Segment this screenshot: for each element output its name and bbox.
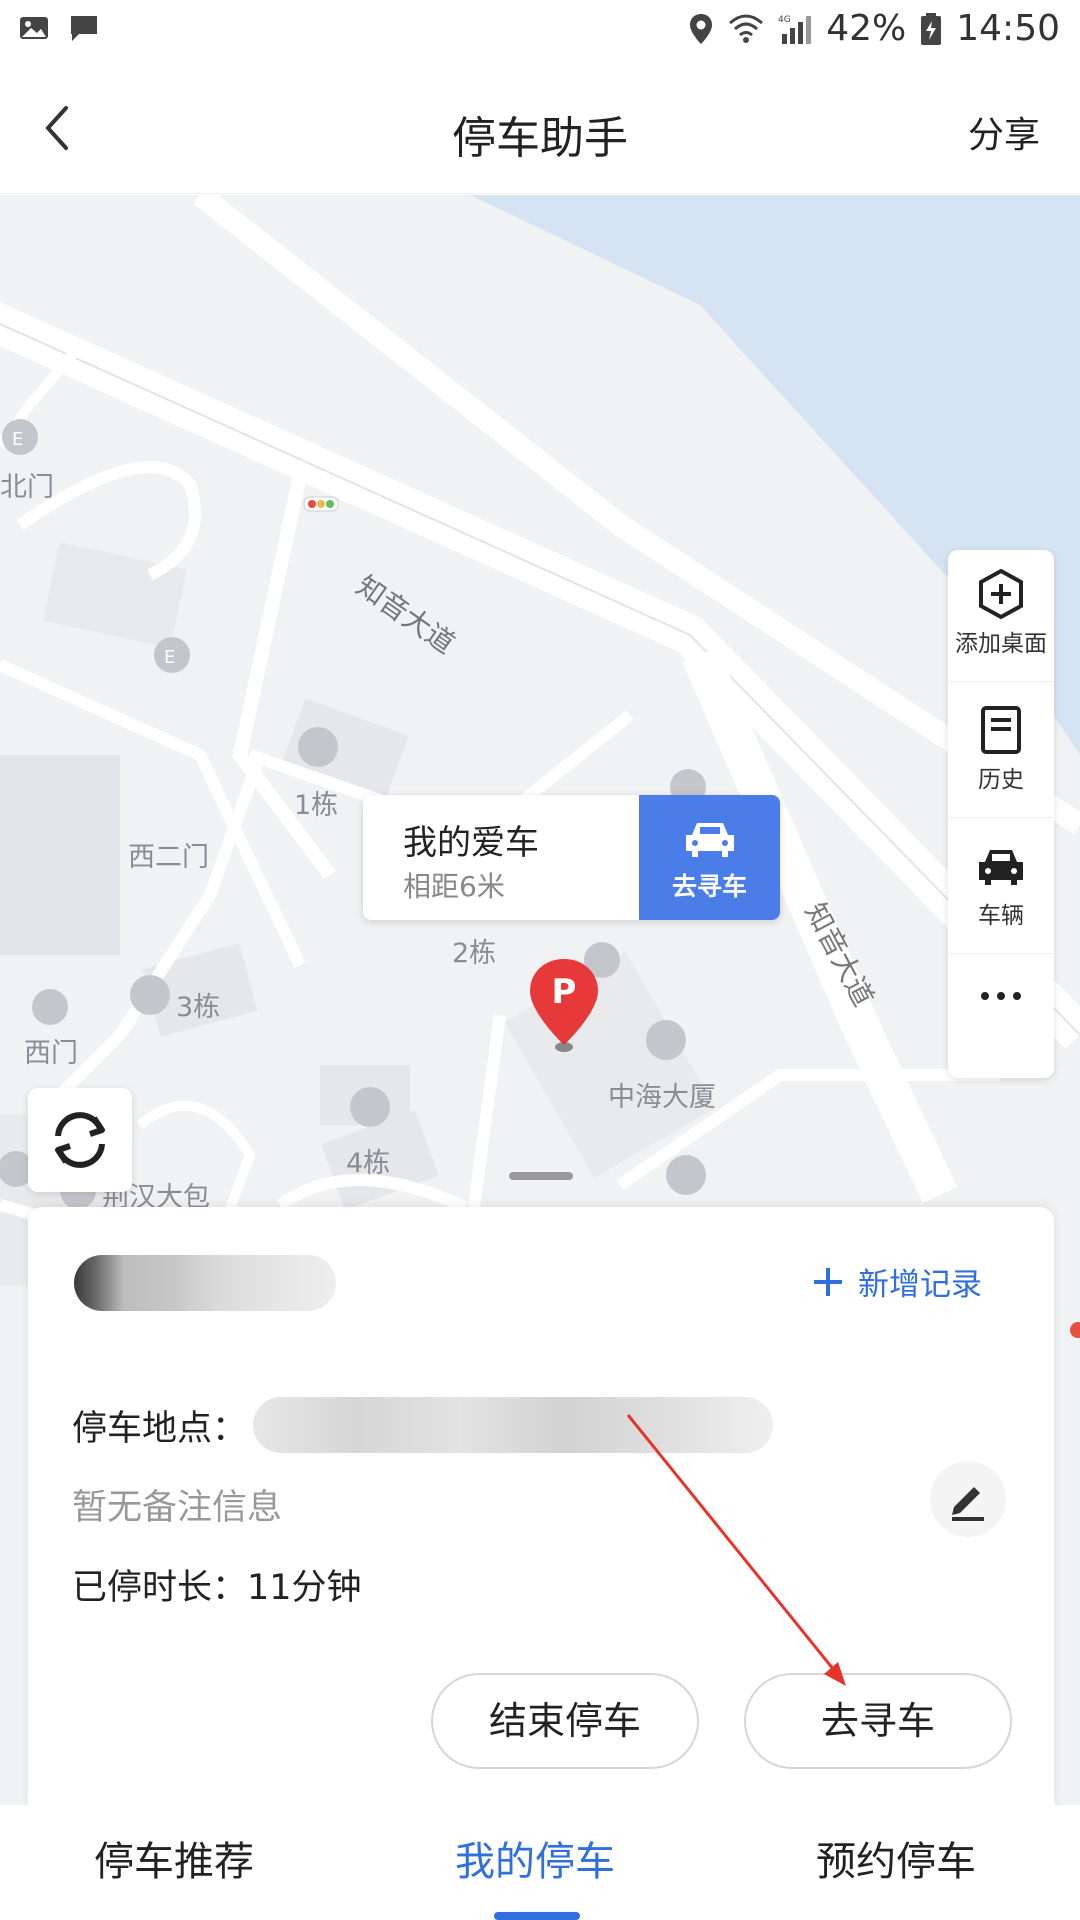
find-car-button[interactable]: 去寻车 <box>744 1673 1012 1769</box>
page-title: 停车助手 <box>452 113 628 164</box>
tab-my-parking[interactable]: 我的停车 <box>455 1829 615 1887</box>
refresh-button[interactable] <box>28 1088 132 1192</box>
car-callout[interactable]: 我的爱车 相距6米 去寻车 <box>363 795 780 920</box>
end-parking-button[interactable]: 结束停车 <box>431 1673 699 1769</box>
refresh-icon <box>55 1112 105 1168</box>
map-label-building-1: 1栋 <box>294 790 339 821</box>
wifi-icon <box>729 14 764 43</box>
history-button[interactable]: 历史 <box>948 686 1054 818</box>
svg-text:P: P <box>552 972 577 1012</box>
history-label: 历史 <box>978 767 1024 793</box>
share-button[interactable]: 分享 <box>968 106 1040 158</box>
callout-find-car-button[interactable]: 去寻车 <box>639 795 780 920</box>
add-hexagon-icon <box>979 568 1023 620</box>
map-label-west-gate-2: 西二门 <box>128 842 209 873</box>
callout-car-name: 我的爱车 <box>403 823 539 863</box>
parking-location-label: 停车地点： <box>72 1408 248 1449</box>
map-toolbar: 添加桌面 历史 车辆 <box>948 550 1054 1078</box>
history-icon <box>981 706 1021 754</box>
parking-location-row: 停车地点： <box>72 1397 774 1453</box>
more-icon <box>981 992 1021 1000</box>
tab-parking-recommend[interactable]: 停车推荐 <box>94 1829 254 1887</box>
map-label-north-gate: 北门 <box>0 472 54 503</box>
map-label-west-gate: 西门 <box>24 1038 78 1069</box>
svg-text:E: E <box>164 647 175 668</box>
car-icon <box>979 850 1023 885</box>
plus-icon <box>814 1267 842 1296</box>
vehicles-label: 车辆 <box>978 903 1024 929</box>
more-button[interactable] <box>948 958 1054 1078</box>
svg-text:4G: 4G <box>778 15 791 25</box>
car-icon <box>685 823 734 857</box>
map-label-building-3: 3栋 <box>176 992 221 1023</box>
gallery-icon <box>20 17 48 39</box>
bottom-tab-bar: 停车推荐 我的停车 预约停车 <box>0 1805 1080 1920</box>
add-record-button[interactable]: 新增记录 <box>810 1259 982 1304</box>
sheet-drag-handle[interactable] <box>509 1172 573 1180</box>
signal-icon: 4G <box>778 15 812 44</box>
battery-icon <box>921 12 942 45</box>
tab-reserve-parking[interactable]: 预约停车 <box>816 1829 976 1887</box>
message-icon <box>71 16 97 41</box>
map-label-zhonghai: 中海大厦 <box>608 1082 716 1113</box>
add-record-label: 新增记录 <box>858 1267 982 1303</box>
parking-record-card: 新增记录 停车地点： 暂无备注信息 已停时长：11分钟 结束停车 去寻车 <box>28 1207 1054 1807</box>
tab-active-indicator <box>494 1912 580 1920</box>
svg-text:E: E <box>12 429 23 450</box>
edit-icon <box>952 1487 984 1521</box>
add-to-desktop-button[interactable]: 添加桌面 <box>948 550 1054 682</box>
header: 停车助手 分享 <box>0 64 1080 194</box>
location-icon <box>690 13 713 44</box>
license-plate-blurred <box>74 1255 336 1311</box>
clock: 14:50 <box>956 8 1060 49</box>
map-label-building-4: 4栋 <box>346 1148 391 1179</box>
status-bar: 4G 42% 14:50 <box>0 0 1080 64</box>
callout-find-car-label: 去寻车 <box>671 872 747 901</box>
battery-percent: 42% <box>826 8 907 49</box>
note-text: 暂无备注信息 <box>72 1488 283 1528</box>
parking-pin-icon[interactable]: P <box>526 955 602 1055</box>
callout-distance: 相距6米 <box>403 870 505 903</box>
parked-duration: 已停时长：11分钟 <box>72 1568 362 1608</box>
edit-note-button[interactable] <box>930 1461 1006 1537</box>
parking-address-blurred <box>253 1397 774 1453</box>
vehicles-button[interactable]: 车辆 <box>948 822 1054 954</box>
map-label-building-2: 2栋 <box>452 938 497 969</box>
add-to-desktop-label: 添加桌面 <box>955 631 1047 657</box>
